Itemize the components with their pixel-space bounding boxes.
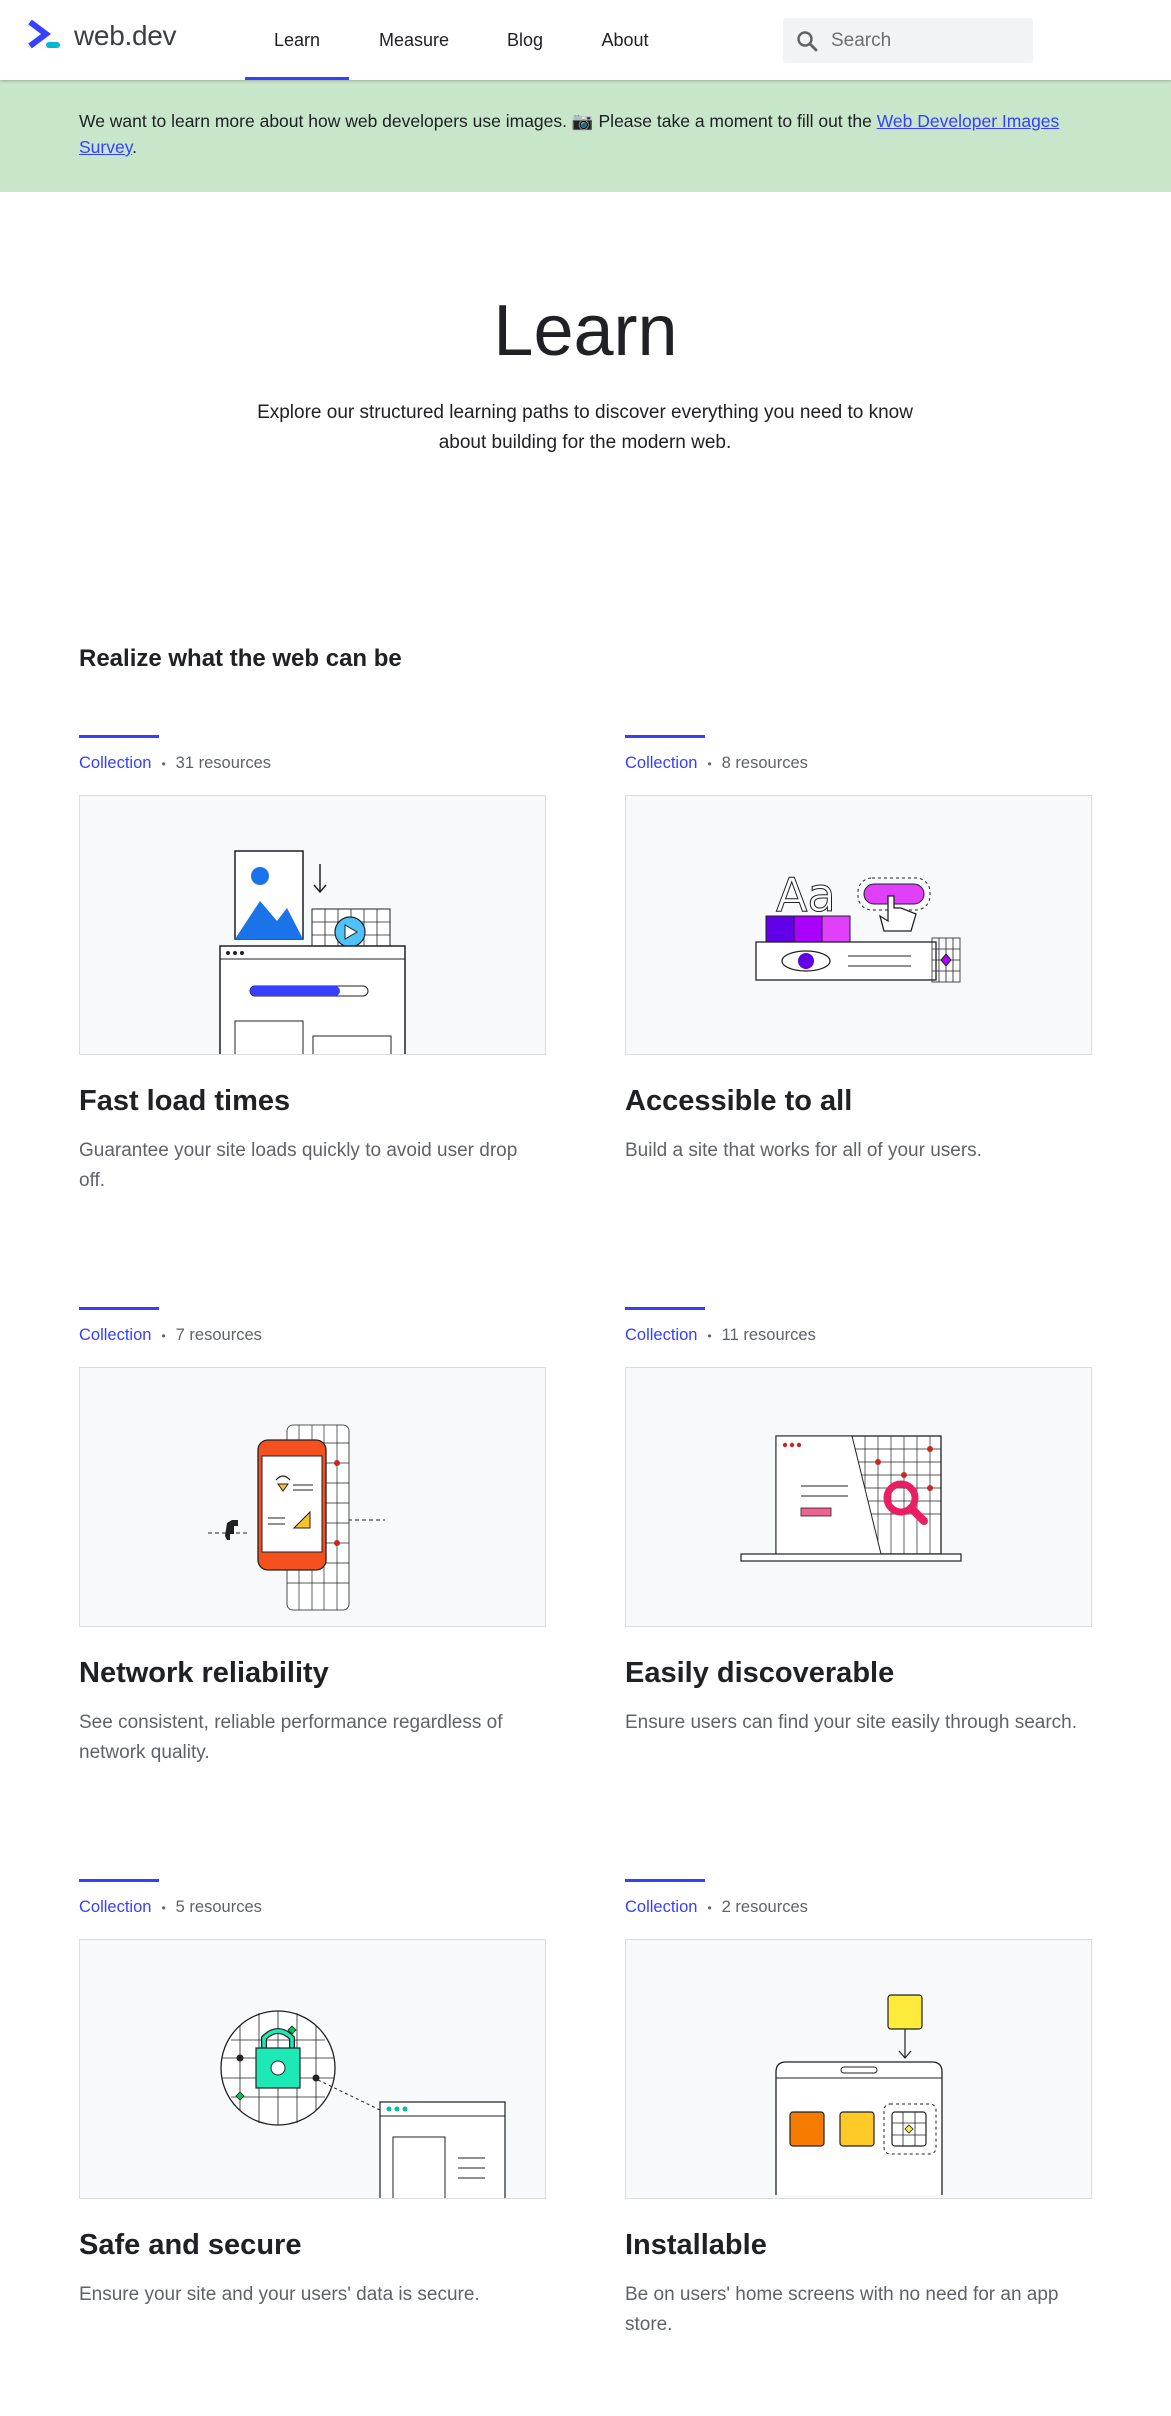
card-meta: Collection • 2 resources [625,1898,1092,1917]
web-dev-logo-icon [28,20,60,49]
card-title[interactable]: Safe and secure [79,2229,546,2262]
svg-text:Aa: Aa [776,868,836,922]
card-rule [625,1307,705,1310]
card-safe-and-secure[interactable]: Collection • 5 resources Safe and secure… [79,1879,546,2310]
logo-text: web.dev [74,20,177,51]
collection-label[interactable]: Collection [625,1326,697,1345]
separator-dot: • [161,1900,166,1915]
card-title[interactable]: Network reliability [79,1657,546,1690]
card-description: See consistent, reliable performance reg… [79,1712,503,1763]
fast-load-illustration [219,850,406,1054]
separator-dot: • [707,756,712,771]
nav-learn[interactable]: Learn [245,0,349,80]
card-description: Ensure your site and your users' data is… [79,2284,480,2305]
card-illustration[interactable] [79,1367,546,1627]
search-input[interactable] [831,29,1011,52]
collection-label[interactable]: Collection [79,1898,151,1917]
card-illustration[interactable] [79,795,546,1055]
card-installable[interactable]: Collection • 2 resources Installable Be … [625,1879,1092,2340]
card-title[interactable]: Installable [625,2229,1092,2262]
card-title[interactable]: Accessible to all [625,1085,1092,1118]
card-rule [79,1307,159,1310]
card-network-reliability[interactable]: Collection • 7 resources Network reliabi… [79,1307,546,1768]
card-rule [79,1879,159,1882]
card-illustration[interactable] [625,1367,1092,1627]
collection-label[interactable]: Collection [625,754,697,773]
card-description: Guarantee your site loads quickly to avo… [79,1140,518,1191]
page-description: Explore our structured learning paths to… [257,402,913,453]
resource-count: 5 resources [175,1898,262,1916]
card-title[interactable]: Easily discoverable [625,1657,1092,1690]
resource-count: 8 resources [721,754,808,772]
card-meta: Collection • 7 resources [79,1326,546,1345]
card-accessible-to-all[interactable]: Collection • 8 resources Aa Accessible t [625,735,1092,1166]
resource-count: 11 resources [721,1326,816,1344]
card-meta: Collection • 31 resources [79,754,546,773]
card-meta: Collection • 11 resources [625,1326,1092,1345]
nav-measure[interactable]: Measure [349,0,479,80]
card-rule [79,735,159,738]
survey-banner: We want to learn more about how web deve… [0,80,1171,192]
banner-text: We want to learn more about how web deve… [79,108,1089,160]
discoverable-illustration [740,1435,962,1562]
resource-count: 2 resources [721,1898,808,1916]
installable-illustration [775,1994,943,2195]
main-nav: Learn Measure Blog About [245,0,679,80]
section-title: Realize what the web can be [79,645,402,672]
separator-dot: • [707,1328,712,1343]
search-icon [797,30,818,51]
card-description: Build a site that works for all of your … [625,1140,982,1161]
site-logo[interactable]: web.dev [28,20,177,52]
nav-blog[interactable]: Blog [479,0,571,80]
separator-dot: • [161,756,166,771]
page-title: Learn [493,291,678,371]
card-rule [625,1879,705,1882]
card-easily-discoverable[interactable]: Collection • 11 resources Easily discove… [625,1307,1092,1738]
card-illustration[interactable]: Aa [625,795,1092,1055]
secure-illustration [220,2010,506,2198]
card-description: Be on users' home screens with no need f… [625,2284,1059,2335]
separator-dot: • [707,1900,712,1915]
collection-label[interactable]: Collection [79,754,151,773]
card-fast-load-times[interactable]: Collection • 31 resources Fast load time… [79,735,546,1196]
collection-label[interactable]: Collection [625,1898,697,1917]
accessible-illustration: Aa [755,868,961,983]
separator-dot: • [161,1328,166,1343]
collection-label[interactable]: Collection [79,1326,151,1345]
network-illustration [208,1424,385,1611]
nav-about[interactable]: About [571,0,679,80]
card-meta: Collection • 8 resources [625,754,1092,773]
card-rule [625,735,705,738]
resource-count: 7 resources [175,1326,262,1344]
site-header: web.dev Learn Measure Blog About [0,0,1171,80]
resource-count: 31 resources [175,754,272,772]
card-title[interactable]: Fast load times [79,1085,546,1118]
card-meta: Collection • 5 resources [79,1898,546,1917]
search-box[interactable] [783,18,1033,63]
card-illustration[interactable] [625,1939,1092,2199]
banner-suffix: . [132,137,138,157]
banner-message: We want to learn more about how web deve… [79,111,877,131]
card-illustration[interactable] [79,1939,546,2199]
card-description: Ensure users can find your site easily t… [625,1712,1078,1733]
